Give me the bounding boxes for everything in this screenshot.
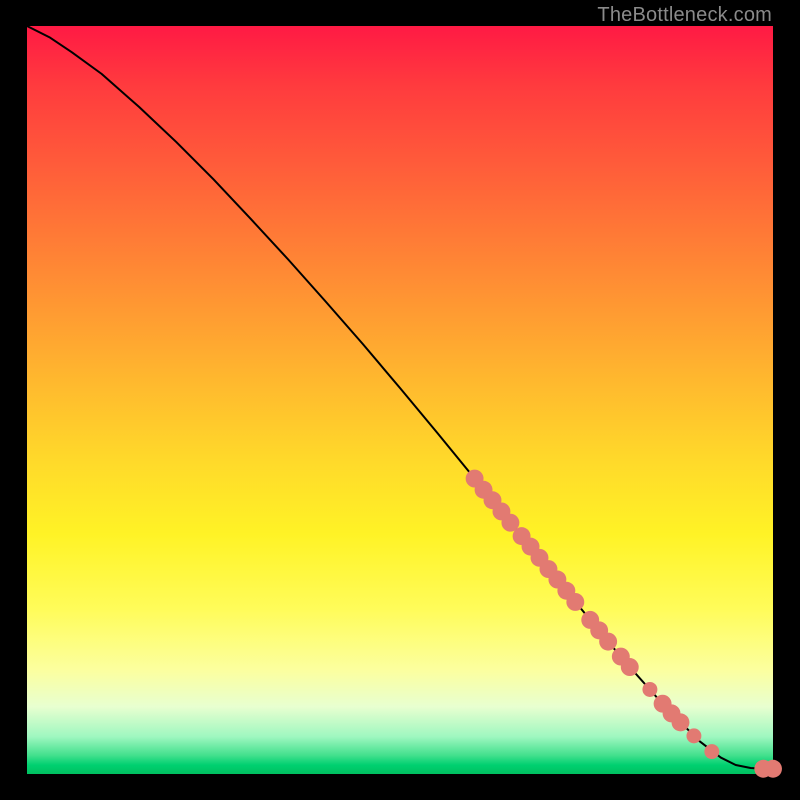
- data-point: [566, 593, 584, 611]
- data-point: [621, 658, 639, 676]
- data-point: [704, 744, 719, 759]
- data-point: [764, 760, 782, 778]
- data-point: [686, 728, 701, 743]
- data-point: [642, 682, 657, 697]
- data-point: [599, 633, 617, 651]
- watermark-text: TheBottleneck.com: [597, 4, 772, 27]
- data-point: [672, 713, 690, 731]
- bottleneck-curve: [27, 26, 773, 769]
- chart-overlay: [27, 26, 773, 774]
- marker-group: [466, 470, 782, 778]
